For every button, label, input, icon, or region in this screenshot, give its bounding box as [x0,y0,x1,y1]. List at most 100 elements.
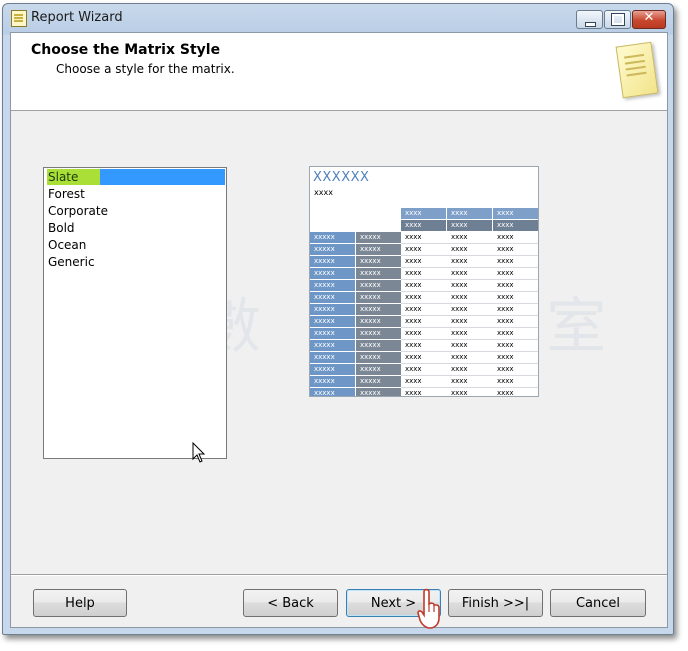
preview-row-header: xxxxx [310,268,355,279]
report-wizard-icon [11,10,27,27]
preview-cell: xxxx [493,328,538,339]
preview-row-header: xxxxx [310,232,355,243]
help-button[interactable]: Help [33,589,127,617]
preview-cell: xxxx [493,316,538,327]
style-item-ocean[interactable]: Ocean [47,237,86,253]
preview-column-header: xxxx [447,208,492,219]
preview-cell: xxxx [493,256,538,267]
mouse-pointer-icon [192,442,206,463]
preview-row-header: xxxxx [310,244,355,255]
cancel-button[interactable]: Cancel [550,589,646,617]
preview-cell: xxxx [447,292,492,303]
preview-cell: xxxx [493,292,538,303]
style-item-forest[interactable]: Forest [47,186,85,202]
finish-button[interactable]: Finish >>| [448,589,543,617]
close-icon: ✕ [643,10,655,25]
preview-cell: xxxx [401,244,446,255]
preview-row-header: xxxxx [356,316,401,327]
hand-cursor-icon [417,588,440,629]
preview-cell: xxxx [447,376,492,387]
preview-row-header: xxxxx [356,352,401,363]
preview-cell: xxxx [401,232,446,243]
preview-row-header: xxxxx [356,244,401,255]
preview-cell: xxxx [401,352,446,363]
back-button[interactable]: < Back [243,589,338,617]
report-page-icon [615,41,659,99]
preview-row-header: xxxxx [310,388,355,396]
preview-cell: xxxx [401,316,446,327]
preview-column-header: xxxx [401,208,446,219]
preview-cell: xxxx [401,388,446,396]
preview-row-header: xxxxx [310,256,355,267]
preview-cell: xxxx [447,388,492,396]
title-bar[interactable]: Report Wizard ✕ [3,4,673,34]
preview-cell: xxxx [401,268,446,279]
footer-separator [11,574,667,576]
preview-cell: xxxx [447,364,492,375]
preview-row-header: xxxxx [356,280,401,291]
preview-column-header: xxxx [447,220,492,231]
page-title: Choose the Matrix Style [31,42,221,58]
preview-row-header: xxxxx [356,376,401,387]
preview-row-header: xxxxx [310,376,355,387]
preview-cell: xxxx [447,256,492,267]
preview-row-header: xxxxx [310,292,355,303]
preview-column-header: xxxx [493,220,538,231]
preview-cell: xxxx [493,268,538,279]
preview-cell: xxxx [493,388,538,396]
preview-cell: xxxx [447,244,492,255]
preview-cell: xxxx [493,244,538,255]
style-item-slate[interactable]: Slate [47,169,225,185]
style-item-label: Bold [48,221,75,235]
preview-cell: xxxx [401,328,446,339]
preview-subtitle: xxxx [314,188,333,197]
wizard-client-area: Choose the Matrix Style Choose a style f… [10,32,668,629]
preview-row-header: xxxxx [356,388,401,396]
style-preview: XXXXXX xxxx xxxx xxxx xxxx xxxx xxxx xxxx xxxx… [309,166,539,397]
preview-cell: xxxx [401,376,446,387]
preview-row-header: xxxxx [310,352,355,363]
preview-cell: xxxx [493,280,538,291]
style-item-label: Ocean [48,238,87,252]
preview-cell: xxxx [447,352,492,363]
minimize-button[interactable] [576,10,603,29]
preview-row-header: xxxxx [356,304,401,315]
style-item-corporate[interactable]: Corporate [47,203,108,219]
preview-cell: xxxx [401,280,446,291]
preview-row-header: xxxxx [310,328,355,339]
close-button[interactable]: ✕ [632,10,666,29]
style-item-label: Generic [48,255,95,269]
style-item-generic[interactable]: Generic [47,254,95,270]
maximize-button[interactable] [604,10,631,29]
preview-row-header: xxxxx [310,316,355,327]
preview-cell: xxxx [447,268,492,279]
preview-cell: xxxx [493,232,538,243]
preview-cell: xxxx [447,316,492,327]
style-item-label: Corporate [48,204,108,218]
preview-column-header: xxxx [493,208,538,219]
page-subtitle: Choose a style for the matrix. [56,62,235,76]
preview-column-header: xxxx [401,220,446,231]
preview-row-header: xxxxx [356,364,401,375]
preview-cell: xxxx [447,340,492,351]
style-list[interactable]: Slate Forest Corporate Bold Ocean Generi… [43,167,227,463]
preview-cell: xxxx [447,328,492,339]
style-item-label: Slate [48,170,79,184]
wizard-header: Choose the Matrix Style Choose a style f… [11,33,667,111]
preview-cell: xxxx [493,352,538,363]
style-item-bold[interactable]: Bold [47,220,75,236]
preview-cell: xxxx [447,280,492,291]
report-wizard-window: Report Wizard ✕ Choose the Matrix Style … [2,3,674,635]
preview-cell: xxxx [493,364,538,375]
preview-cell: xxxx [401,364,446,375]
preview-row-header: xxxxx [356,328,401,339]
preview-row-header: xxxxx [356,292,401,303]
preview-title: XXXXXX [313,170,370,185]
preview-cell: xxxx [493,340,538,351]
preview-row-header: xxxxx [310,340,355,351]
preview-cell: xxxx [401,340,446,351]
preview-cell: xxxx [493,376,538,387]
preview-cell: xxxx [493,304,538,315]
preview-row-header: xxxxx [310,280,355,291]
preview-cell: xxxx [447,232,492,243]
